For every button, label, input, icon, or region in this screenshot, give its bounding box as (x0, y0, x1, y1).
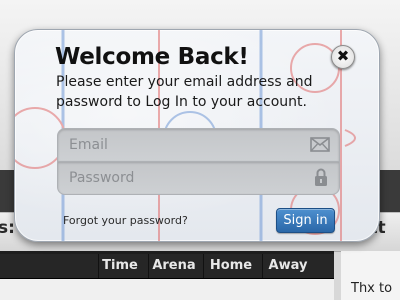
email-input[interactable] (58, 129, 309, 161)
password-input[interactable] (58, 162, 309, 194)
close-icon: ✖ (336, 47, 350, 65)
column-header-home[interactable]: Home (203, 254, 258, 278)
modal-message: Please enter your email address and pass… (56, 74, 313, 110)
table-body (0, 279, 334, 300)
sidebar-text: Thx to (351, 281, 393, 296)
section-heading-left: s: (0, 218, 15, 238)
close-button[interactable]: ✖ (331, 45, 355, 69)
email-field[interactable] (57, 128, 340, 162)
column-header-away[interactable]: Away (262, 254, 313, 278)
lock-icon (315, 168, 327, 186)
column-header-time[interactable]: Time (98, 254, 141, 278)
sign-in-button[interactable]: Sign in (276, 208, 335, 233)
goal-crease (344, 129, 356, 147)
login-modal: Welcome Back! Please enter your email ad… (14, 29, 380, 242)
schedule-table: Time Arena Home Away (0, 251, 334, 300)
column-header-arena[interactable]: Arena (148, 254, 199, 278)
password-field[interactable] (57, 161, 340, 195)
modal-title: Welcome Back! (55, 44, 249, 70)
forgot-password-link[interactable]: Forgot your password? (63, 214, 188, 227)
envelope-icon (310, 137, 330, 152)
